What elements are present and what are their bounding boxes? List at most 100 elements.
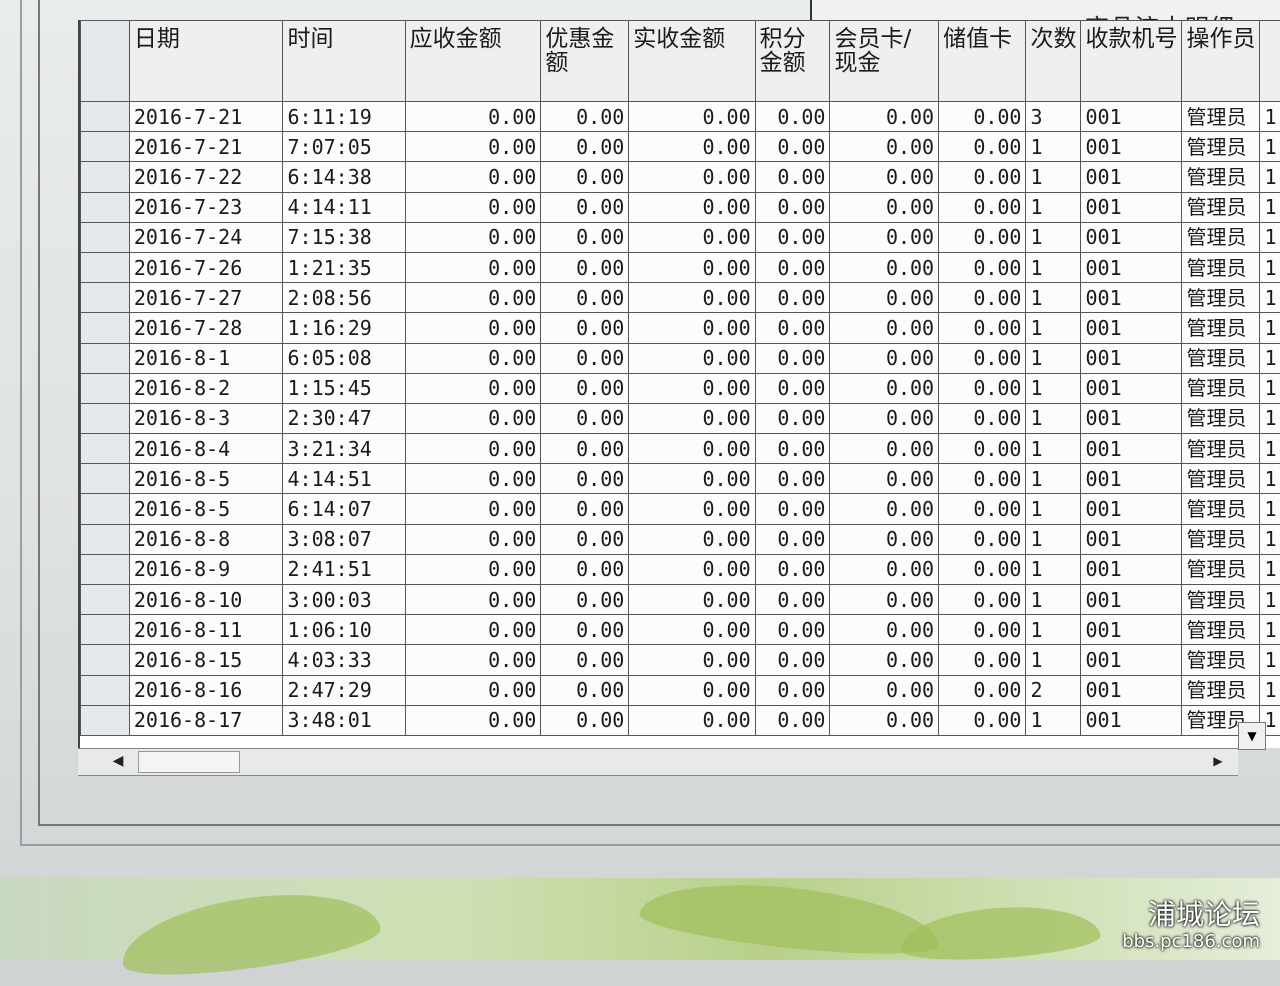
app-window: 商品流水明细 日期 时间 应收金额 优惠金额 实收金额 积分金额 会员卡/现金 … [0,0,1280,880]
row-selector[interactable] [81,192,130,222]
table-row[interactable]: 2016-7-234:14:110.000.000.000.000.000.00… [81,192,1280,222]
cell-count: 3 [1026,102,1081,132]
scrollbar-thumb[interactable] [138,751,240,773]
row-selector[interactable] [81,705,130,735]
table-row[interactable]: 2016-8-154:03:330.000.000.000.000.000.00… [81,645,1280,675]
row-selector[interactable] [81,102,130,132]
row-selector[interactable] [81,252,130,282]
column-header-count[interactable]: 次数 [1026,21,1081,102]
table-row[interactable]: 2016-8-162:47:290.000.000.000.000.000.00… [81,675,1280,705]
cell-count: 1 [1026,192,1081,222]
desktop-leaf-decoration [116,880,383,986]
cell-points: 0.00 [755,524,830,554]
row-selector[interactable] [81,222,130,252]
cell-time: 3:21:34 [283,434,405,464]
column-header-discount[interactable]: 优惠金额 [541,21,629,102]
cell-received: 0.00 [629,192,755,222]
column-header-operator[interactable]: 操作员 [1182,21,1260,102]
row-selector[interactable] [81,313,130,343]
scroll-right-button[interactable]: ▶ [1208,751,1228,771]
cell-extra: 1 [1260,645,1280,675]
scroll-left-button[interactable]: ◀ [108,751,128,771]
table-row[interactable]: 2016-7-261:21:350.000.000.000.000.000.00… [81,252,1280,282]
cell-register-no: 001 [1081,403,1182,433]
row-selector[interactable] [81,343,130,373]
column-header-received[interactable]: 实收金额 [629,21,755,102]
cell-points: 0.00 [755,403,830,433]
cell-points: 0.00 [755,132,830,162]
table-row[interactable]: 2016-8-92:41:510.000.000.000.000.000.001… [81,554,1280,584]
table-row[interactable]: 2016-7-216:11:190.000.000.000.000.000.00… [81,102,1280,132]
cell-received: 0.00 [629,222,755,252]
table-row[interactable]: 2016-8-83:08:070.000.000.000.000.000.001… [81,524,1280,554]
table-row[interactable]: 2016-8-43:21:340.000.000.000.000.000.001… [81,434,1280,464]
column-header-extra[interactable] [1260,21,1280,102]
column-header-membercard-cash[interactable]: 会员卡/现金 [830,21,939,102]
table-row[interactable]: 2016-8-103:00:030.000.000.000.000.000.00… [81,585,1280,615]
table-row[interactable]: 2016-8-21:15:450.000.000.000.000.000.001… [81,373,1280,403]
horizontal-scrollbar[interactable]: ◀ ▶ [78,748,1238,776]
column-header-receivable[interactable]: 应收金额 [405,21,541,102]
table-row[interactable]: 2016-8-173:48:010.000.000.000.000.000.00… [81,705,1280,735]
cell-membercard-cash: 0.00 [830,283,939,313]
table-row[interactable]: 2016-7-217:07:050.000.000.000.000.000.00… [81,132,1280,162]
cell-count: 1 [1026,403,1081,433]
cell-receivable: 0.00 [405,283,541,313]
table-row[interactable]: 2016-8-54:14:510.000.000.000.000.000.001… [81,464,1280,494]
cell-time: 3:08:07 [283,524,405,554]
cell-count: 1 [1026,554,1081,584]
cell-count: 1 [1026,494,1081,524]
cell-register-no: 001 [1081,645,1182,675]
row-selector[interactable] [81,494,130,524]
data-grid[interactable]: 日期 时间 应收金额 优惠金额 实收金额 积分金额 会员卡/现金 储值卡 次数 … [78,20,1280,748]
table-row[interactable]: 2016-8-111:06:100.000.000.000.000.000.00… [81,615,1280,645]
row-selector[interactable] [81,675,130,705]
table-row[interactable]: 2016-7-226:14:380.000.000.000.000.000.00… [81,162,1280,192]
table-row[interactable]: 2016-7-247:15:380.000.000.000.000.000.00… [81,222,1280,252]
cell-extra: 1 [1260,313,1280,343]
cell-stored-value: 0.00 [939,162,1026,192]
cell-register-no: 001 [1081,162,1182,192]
cell-points: 0.00 [755,252,830,282]
cell-extra: 1 [1260,675,1280,705]
table-row[interactable]: 2016-8-16:05:080.000.000.000.000.000.001… [81,343,1280,373]
row-selector[interactable] [81,585,130,615]
column-header-date[interactable]: 日期 [129,21,283,102]
row-selector[interactable] [81,434,130,464]
cell-date: 2016-7-22 [129,162,283,192]
column-header-points[interactable]: 积分金额 [755,21,830,102]
table-row[interactable]: 2016-8-32:30:470.000.000.000.000.000.001… [81,403,1280,433]
cell-receivable: 0.00 [405,705,541,735]
cell-date: 2016-8-3 [129,403,283,433]
cell-membercard-cash: 0.00 [830,434,939,464]
cell-discount: 0.00 [541,132,629,162]
row-selector[interactable] [81,645,130,675]
scroll-down-button[interactable]: ▼ [1238,722,1266,750]
cell-date: 2016-7-28 [129,313,283,343]
table-row[interactable]: 2016-7-281:16:290.000.000.000.000.000.00… [81,313,1280,343]
cell-stored-value: 0.00 [939,192,1026,222]
cell-extra: 1 [1260,524,1280,554]
cell-received: 0.00 [629,283,755,313]
table-row[interactable]: 2016-8-56:14:070.000.000.000.000.000.001… [81,494,1280,524]
cell-discount: 0.00 [541,162,629,192]
row-selector[interactable] [81,464,130,494]
cell-receivable: 0.00 [405,162,541,192]
cell-received: 0.00 [629,102,755,132]
row-selector[interactable] [81,403,130,433]
table-row[interactable]: 2016-7-272:08:560.000.000.000.000.000.00… [81,283,1280,313]
column-header-register-no[interactable]: 收款机号 [1081,21,1182,102]
cell-register-no: 001 [1081,524,1182,554]
row-selector[interactable] [81,524,130,554]
cell-points: 0.00 [755,192,830,222]
row-selector[interactable] [81,373,130,403]
row-selector[interactable] [81,162,130,192]
row-selector[interactable] [81,283,130,313]
row-selector[interactable] [81,132,130,162]
column-header-stored-value[interactable]: 储值卡 [939,21,1026,102]
column-header-time[interactable]: 时间 [283,21,405,102]
row-selector[interactable] [81,554,130,584]
cell-membercard-cash: 0.00 [830,343,939,373]
cell-discount: 0.00 [541,403,629,433]
row-selector[interactable] [81,615,130,645]
